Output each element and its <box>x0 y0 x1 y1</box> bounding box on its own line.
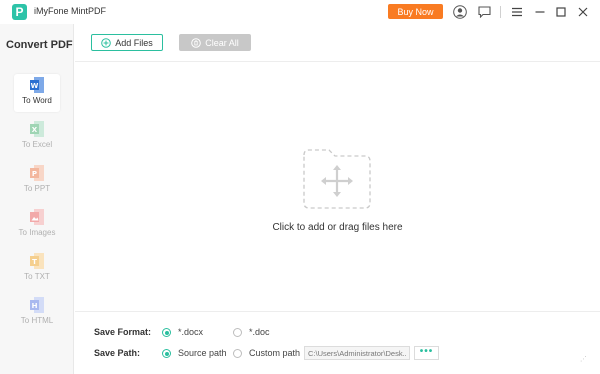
maximize-icon[interactable] <box>553 4 569 20</box>
excel-icon: X <box>30 121 44 137</box>
sidebar-item-label: To Images <box>18 228 56 237</box>
save-format-label: Save Format: <box>94 327 152 337</box>
sidebar-item-to-html[interactable]: H To HTML <box>14 294 60 332</box>
source-path-label[interactable]: Source path <box>178 348 227 358</box>
clear-all-button[interactable]: Clear All <box>179 34 251 51</box>
output-settings: Save Format: *.docx *.doc Save Path: Sou… <box>75 311 600 374</box>
account-icon[interactable] <box>452 4 468 20</box>
word-icon: W <box>30 77 44 93</box>
sidebar-item-to-word[interactable]: W To Word <box>14 74 60 112</box>
file-drop-zone[interactable]: Click to add or drag files here <box>75 63 600 310</box>
trash-icon <box>191 37 202 48</box>
sidebar-item-label: To TXT <box>24 272 50 281</box>
add-files-label: Add Files <box>115 37 153 48</box>
custom-path-label[interactable]: Custom path <box>249 348 300 358</box>
format-doc-radio[interactable] <box>233 328 242 337</box>
sidebar-item-to-ppt[interactable]: P To PPT <box>14 162 60 200</box>
txt-icon: T <box>30 253 44 269</box>
source-path-radio[interactable] <box>162 349 171 358</box>
custom-path-input[interactable] <box>304 346 410 360</box>
drop-hint-text: Click to add or drag files here <box>272 222 403 233</box>
buy-now-button[interactable]: Buy Now <box>388 4 443 19</box>
custom-path-radio[interactable] <box>233 349 242 358</box>
sidebar-item-to-excel[interactable]: X To Excel <box>14 118 60 156</box>
svg-text:W: W <box>31 82 39 90</box>
folder-drop-icon <box>303 149 371 209</box>
ppt-icon: P <box>30 165 44 181</box>
sidebar-item-label: To HTML <box>20 316 54 325</box>
save-path-label: Save Path: <box>94 348 141 358</box>
sidebar-item-to-images[interactable]: To Images <box>14 206 60 244</box>
clear-all-label: Clear All <box>205 37 239 48</box>
resize-grip-icon[interactable]: ⋰ <box>580 355 587 363</box>
browse-folder-button[interactable]: ••• <box>414 346 439 360</box>
feedback-icon[interactable] <box>476 4 492 20</box>
format-doc-label[interactable]: *.doc <box>249 327 270 337</box>
svg-text:H: H <box>32 302 38 310</box>
app-title: iMyFone MintPDF <box>34 6 107 16</box>
html-icon: H <box>30 297 44 313</box>
sidebar-item-label: To Word <box>22 96 52 105</box>
sidebar-item-label: To PPT <box>23 184 51 193</box>
sidebar: Convert PDF W To Word X To Excel P To PP… <box>0 24 74 374</box>
titlebar-divider <box>500 6 501 18</box>
sidebar-item-to-txt[interactable]: T To TXT <box>14 250 60 288</box>
app-logo: P <box>12 4 27 20</box>
sidebar-item-label: To Excel <box>21 140 53 149</box>
title-bar: P iMyFone MintPDF Buy Now <box>0 0 600 24</box>
minimize-icon[interactable] <box>532 4 548 20</box>
close-icon[interactable] <box>575 4 591 20</box>
sidebar-title: Convert PDF <box>6 39 73 51</box>
svg-text:P: P <box>32 170 37 178</box>
menu-icon[interactable] <box>509 4 525 20</box>
format-docx-radio[interactable] <box>162 328 171 337</box>
plus-circle-icon <box>101 37 112 48</box>
image-icon <box>30 209 44 225</box>
svg-text:X: X <box>32 126 38 134</box>
toolbar: Add Files Clear All <box>75 24 600 62</box>
add-files-button[interactable]: Add Files <box>91 34 163 51</box>
svg-text:T: T <box>32 258 37 266</box>
format-docx-label[interactable]: *.docx <box>178 327 203 337</box>
